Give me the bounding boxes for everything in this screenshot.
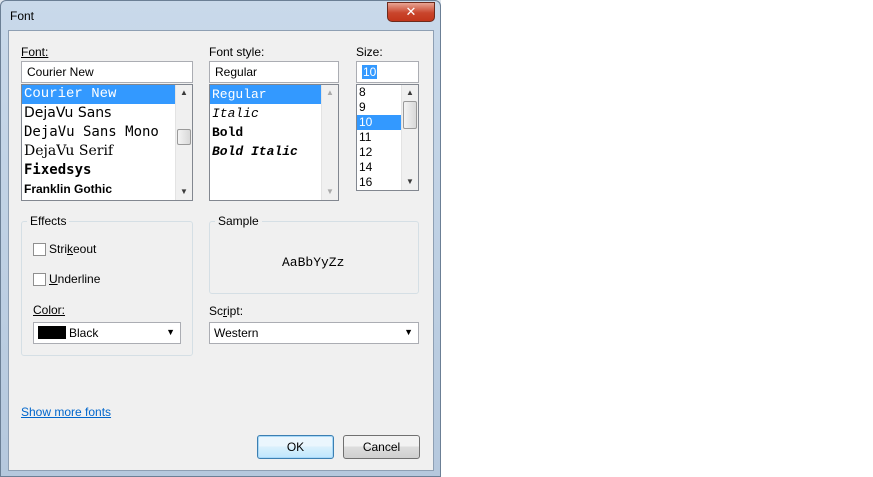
scroll-up-icon[interactable]: ▲ — [176, 85, 192, 101]
color-label: Color: — [33, 303, 65, 317]
list-item[interactable]: DejaVu Sans Mono — [22, 123, 175, 142]
font-list-scrollbar[interactable]: ▲ ▼ — [175, 85, 192, 200]
scroll-up-icon[interactable]: ▲ — [322, 85, 338, 101]
list-item[interactable]: DejaVu Serif — [22, 142, 175, 161]
strikeout-checkbox[interactable] — [33, 243, 46, 256]
size-list-scrollbar[interactable]: ▲ ▼ — [401, 85, 418, 190]
size-label: Size: — [356, 45, 383, 59]
font-dialog: Font ✕ Font: Courier New Courier New Deja… — [0, 0, 441, 477]
font-style-list-items: Regular Italic Bold Bold Italic — [210, 85, 321, 200]
underline-checkbox[interactable] — [33, 273, 46, 286]
chevron-down-icon: ▼ — [404, 327, 413, 337]
color-value: Black — [69, 326, 99, 340]
font-list[interactable]: Courier New DejaVu Sans DejaVu Sans Mono De… — [21, 84, 193, 201]
list-item[interactable]: Italic — [210, 104, 321, 123]
scroll-up-icon[interactable]: ▲ — [402, 85, 418, 101]
size-list-items: 8 9 10 11 12 14 16 — [357, 85, 401, 190]
close-icon: ✕ — [405, 4, 417, 19]
list-item[interactable]: 9 — [357, 100, 401, 115]
scroll-thumb[interactable] — [177, 129, 191, 145]
list-item[interactable]: 12 — [357, 145, 401, 160]
list-item[interactable]: Courier New — [22, 85, 175, 104]
strikeout-label-pre: Stri — [49, 242, 67, 256]
script-label-post: ipt: — [227, 304, 244, 318]
font-style-list-scrollbar[interactable]: ▲ ▼ — [321, 85, 338, 200]
font-style-input-value: Regular — [215, 65, 258, 79]
color-swatch — [38, 326, 66, 339]
font-style-label: Font style: — [209, 45, 265, 59]
font-style-list[interactable]: Regular Italic Bold Bold Italic ▲ ▼ — [209, 84, 339, 201]
sample-text: AaBbYyZz — [282, 255, 345, 270]
list-item[interactable]: 14 — [357, 160, 401, 175]
size-list[interactable]: 8 9 10 11 12 14 16 ▲ ▼ — [356, 84, 419, 191]
strikeout-label-post: eout — [73, 242, 97, 256]
font-input[interactable]: Courier New — [21, 61, 193, 83]
color-dropdown[interactable]: Black ▼ — [33, 322, 181, 344]
effects-title: Effects — [27, 214, 70, 228]
font-label-text: Font: — [21, 45, 49, 59]
script-label-pre: Sc — [209, 304, 224, 318]
scroll-down-icon[interactable]: ▼ — [322, 184, 338, 200]
list-item[interactable]: 16 — [357, 175, 401, 190]
title-bar[interactable]: Font ✕ — [1, 1, 440, 31]
list-item[interactable]: Bold Italic — [210, 142, 321, 161]
strikeout-label[interactable]: Strikeout — [49, 242, 96, 256]
chevron-down-icon: ▼ — [166, 327, 175, 337]
list-item[interactable]: Bold — [210, 123, 321, 142]
list-item[interactable]: 11 — [357, 130, 401, 145]
cancel-button[interactable]: Cancel — [343, 435, 420, 459]
underline-label-accel: U — [49, 272, 58, 286]
script-label: Script: — [209, 304, 243, 318]
color-label-text: Color: — [33, 303, 66, 317]
sample-title: Sample — [215, 214, 262, 228]
font-label: Font: — [21, 45, 48, 59]
script-dropdown[interactable]: Western ▼ — [209, 322, 419, 344]
list-item[interactable]: 8 — [357, 85, 401, 100]
font-list-items: Courier New DejaVu Sans DejaVu Sans Mono De… — [22, 85, 175, 200]
ok-button[interactable]: OK — [257, 435, 334, 459]
scroll-thumb[interactable] — [403, 101, 417, 129]
close-button[interactable]: ✕ — [387, 2, 435, 22]
font-input-value: Courier New — [27, 65, 94, 79]
font-style-input[interactable]: Regular — [209, 61, 339, 83]
script-value: Western — [214, 326, 259, 340]
list-item[interactable]: Franklin Gothic — [22, 180, 175, 199]
window-title: Font — [10, 9, 35, 23]
size-input[interactable]: 10 — [356, 61, 419, 83]
dialog-client-area: Font: Courier New Courier New DejaVu Sans… — [8, 30, 434, 471]
list-item[interactable]: DejaVu Sans — [22, 104, 175, 123]
underline-label-post: nderline — [57, 272, 101, 286]
scroll-down-icon[interactable]: ▼ — [402, 174, 418, 190]
scroll-down-icon[interactable]: ▼ — [176, 184, 192, 200]
list-item[interactable]: Fixedsys — [22, 161, 175, 180]
list-item[interactable]: 10 — [357, 115, 401, 130]
underline-label[interactable]: Underline — [49, 272, 100, 286]
show-more-fonts-link[interactable]: Show more fonts — [21, 405, 111, 419]
size-input-value: 10 — [362, 65, 378, 79]
list-item[interactable]: Regular — [210, 85, 321, 104]
